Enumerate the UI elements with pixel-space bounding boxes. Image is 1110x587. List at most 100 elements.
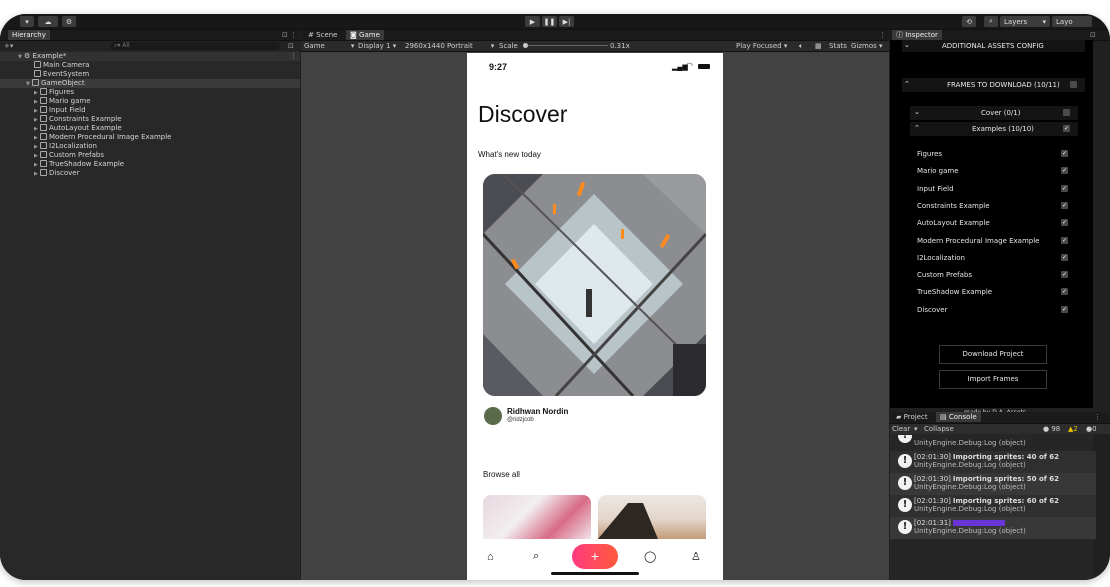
cloud-icon[interactable]: ☁: [38, 16, 58, 27]
browse-card[interactable]: [598, 495, 706, 539]
cover-checkbox[interactable]: [1063, 109, 1070, 116]
example-frame-checkbox[interactable]: ✓: [1061, 167, 1068, 175]
hierarchy-item[interactable]: ▶ Input Field: [34, 106, 86, 115]
search-icon[interactable]: ⌕: [533, 550, 539, 563]
examples-checkbox[interactable]: ✓: [1063, 125, 1070, 132]
hero-image[interactable]: [483, 174, 706, 396]
tab-inspector[interactable]: ⓘ Inspector: [892, 30, 942, 40]
example-frame-checkbox[interactable]: ✓: [1061, 288, 1068, 296]
hierarchy-item[interactable]: ▶ TrueShadow Example: [34, 160, 124, 169]
more-icon[interactable]: ⋮: [1090, 412, 1105, 422]
game-mode-dropdown[interactable]: Game ▾: [304, 41, 354, 51]
log-entry[interactable]: ! UnityEngine.Debug:Log (object): [890, 435, 1096, 449]
add-button[interactable]: +: [572, 544, 618, 569]
hierarchy-item-selected[interactable]: ▼ GameObject: [0, 79, 300, 88]
pause-button[interactable]: ❚❚: [542, 16, 557, 27]
scale-slider-thumb[interactable]: [523, 43, 528, 48]
add-icon[interactable]: +▾: [4, 41, 13, 51]
example-frame-row[interactable]: AutoLayout Example ✓: [917, 219, 1077, 231]
play-focused-dropdown[interactable]: Play Focused ▾: [736, 41, 787, 51]
chevron-down-icon[interactable]: ▾: [914, 424, 918, 434]
account-icon[interactable]: ▾: [20, 16, 34, 27]
import-frames-button[interactable]: Import Frames: [939, 370, 1047, 389]
play-button[interactable]: ▶: [525, 16, 540, 27]
log-entry[interactable]: ! [02:01:30] Importing sprites: 60 of 62 Un…: [890, 495, 1096, 517]
author-name[interactable]: Ridhwan Nordin: [507, 407, 568, 416]
example-frame-row[interactable]: Constraints Example ✓: [917, 201, 1077, 214]
frames-checkbox[interactable]: [1070, 81, 1077, 88]
warning-count[interactable]: ▲2: [1068, 424, 1078, 434]
scene-row[interactable]: ▼ ⚙ Example* ⋮: [0, 52, 300, 61]
example-frame-label: Custom Prefabs: [917, 271, 973, 280]
resolution-dropdown[interactable]: 2960x1440 Portrait ▾: [405, 41, 494, 51]
filter-icon[interactable]: ⊡: [288, 41, 294, 51]
example-frame-row[interactable]: Figures ✓: [917, 150, 1077, 162]
stats-button[interactable]: Stats: [829, 41, 847, 51]
download-project-button[interactable]: Download Project: [939, 345, 1047, 364]
step-button[interactable]: ▶|: [559, 16, 574, 27]
hierarchy-item[interactable]: ▶ Custom Prefabs: [34, 151, 104, 160]
additional-config-header[interactable]: ⌄ ADDITIONAL ASSETS CONFIG: [902, 40, 1085, 52]
example-frame-row[interactable]: Discover ✓: [917, 305, 1077, 318]
tab-console[interactable]: ▤ Console: [936, 412, 981, 422]
example-frame-row[interactable]: Mario game ✓: [917, 167, 1077, 179]
example-frame-checkbox[interactable]: ✓: [1061, 253, 1068, 261]
lock-icon[interactable]: ⊡: [1086, 30, 1100, 40]
display-dropdown[interactable]: Display 1 ▾: [358, 41, 396, 51]
example-frame-row[interactable]: Modern Procedural Image Example ✓: [917, 236, 1077, 249]
browse-card[interactable]: [483, 495, 591, 539]
tab-scene[interactable]: # Scene: [304, 30, 341, 40]
info-count[interactable]: ● 98: [1043, 424, 1060, 434]
error-count[interactable]: ●0: [1086, 424, 1097, 434]
frames-header[interactable]: ⌃ FRAMES TO DOWNLOAD (10/11): [902, 78, 1085, 92]
chat-icon[interactable]: ◯: [644, 550, 656, 563]
home-icon[interactable]: ⌂: [487, 551, 494, 563]
layers-dropdown[interactable]: Layers ▾: [1000, 16, 1050, 27]
example-frame-row[interactable]: Input Field ✓: [917, 184, 1077, 197]
history-icon[interactable]: ⟲: [962, 16, 976, 27]
lock-icon[interactable]: ⊡ ⋮: [278, 30, 301, 40]
example-frame-checkbox[interactable]: ✓: [1061, 219, 1068, 227]
log-entry[interactable]: ! [02:01:30] Importing sprites: 40 of 62 Un…: [890, 451, 1096, 473]
example-frame-row[interactable]: I2Localization ✓: [917, 253, 1077, 266]
gameobject-icon: [40, 133, 47, 140]
hierarchy-item[interactable]: ▶ AutoLayout Example: [34, 124, 122, 133]
hierarchy-item[interactable]: EventSystem: [34, 70, 89, 79]
hierarchy-item[interactable]: ▶ Figures: [34, 88, 74, 97]
log-entry[interactable]: ! [02:01:30] Importing sprites: 50 of 62 Un…: [890, 473, 1096, 495]
example-frame-row[interactable]: Custom Prefabs ✓: [917, 271, 1077, 283]
collapse-button[interactable]: Collapse: [924, 424, 954, 434]
shortcuts-icon[interactable]: ▦: [815, 41, 822, 51]
cover-header[interactable]: ⌄ Cover (0/1): [910, 106, 1078, 120]
more-icon[interactable]: ⋮: [875, 30, 890, 40]
collab-icon[interactable]: ⚙: [62, 16, 76, 27]
hierarchy-item[interactable]: ▶ Constraints Example: [34, 115, 122, 124]
hierarchy-item[interactable]: ▶ I2Localization: [34, 142, 97, 151]
layout-dropdown[interactable]: Layo: [1052, 16, 1092, 27]
hierarchy-item[interactable]: Main Camera: [34, 61, 89, 70]
example-frame-checkbox[interactable]: ✓: [1061, 201, 1068, 209]
scale-slider[interactable]: [523, 43, 608, 48]
profile-icon[interactable]: ♙: [691, 550, 701, 563]
examples-header[interactable]: ⌃ Examples (10/10) ✓: [910, 122, 1078, 136]
tab-game[interactable]: ◙ Game: [346, 30, 384, 40]
log-entry[interactable]: ! [02:01:31] UnityEngine.Debug:Log (object…: [890, 517, 1096, 539]
example-frame-row[interactable]: TrueShadow Example ✓: [917, 288, 1077, 300]
tab-project[interactable]: ▰ Project: [892, 412, 932, 422]
example-frame-checkbox[interactable]: ✓: [1061, 305, 1068, 313]
avatar[interactable]: [484, 407, 502, 425]
hierarchy-item[interactable]: ▶ Modern Procedural Image Example: [34, 133, 171, 142]
example-frame-checkbox[interactable]: ✓: [1061, 271, 1068, 279]
example-frame-checkbox[interactable]: ✓: [1061, 236, 1068, 244]
hierarchy-item[interactable]: ▶ Discover: [34, 169, 79, 178]
more-icon[interactable]: ⋮: [290, 52, 297, 61]
hierarchy-search-input[interactable]: ⌕▾ All: [110, 42, 280, 50]
mute-audio-icon[interactable]: 🔈︎: [799, 41, 803, 51]
example-frame-checkbox[interactable]: ✓: [1061, 184, 1068, 192]
clear-button[interactable]: Clear: [892, 424, 910, 434]
example-frame-checkbox[interactable]: ✓: [1061, 150, 1068, 157]
search-icon[interactable]: ⌕: [984, 16, 998, 27]
hierarchy-item[interactable]: ▶ Mario game: [34, 97, 91, 106]
tab-hierarchy[interactable]: Hierarchy: [8, 30, 50, 40]
gizmos-dropdown[interactable]: Gizmos ▾: [851, 41, 883, 51]
